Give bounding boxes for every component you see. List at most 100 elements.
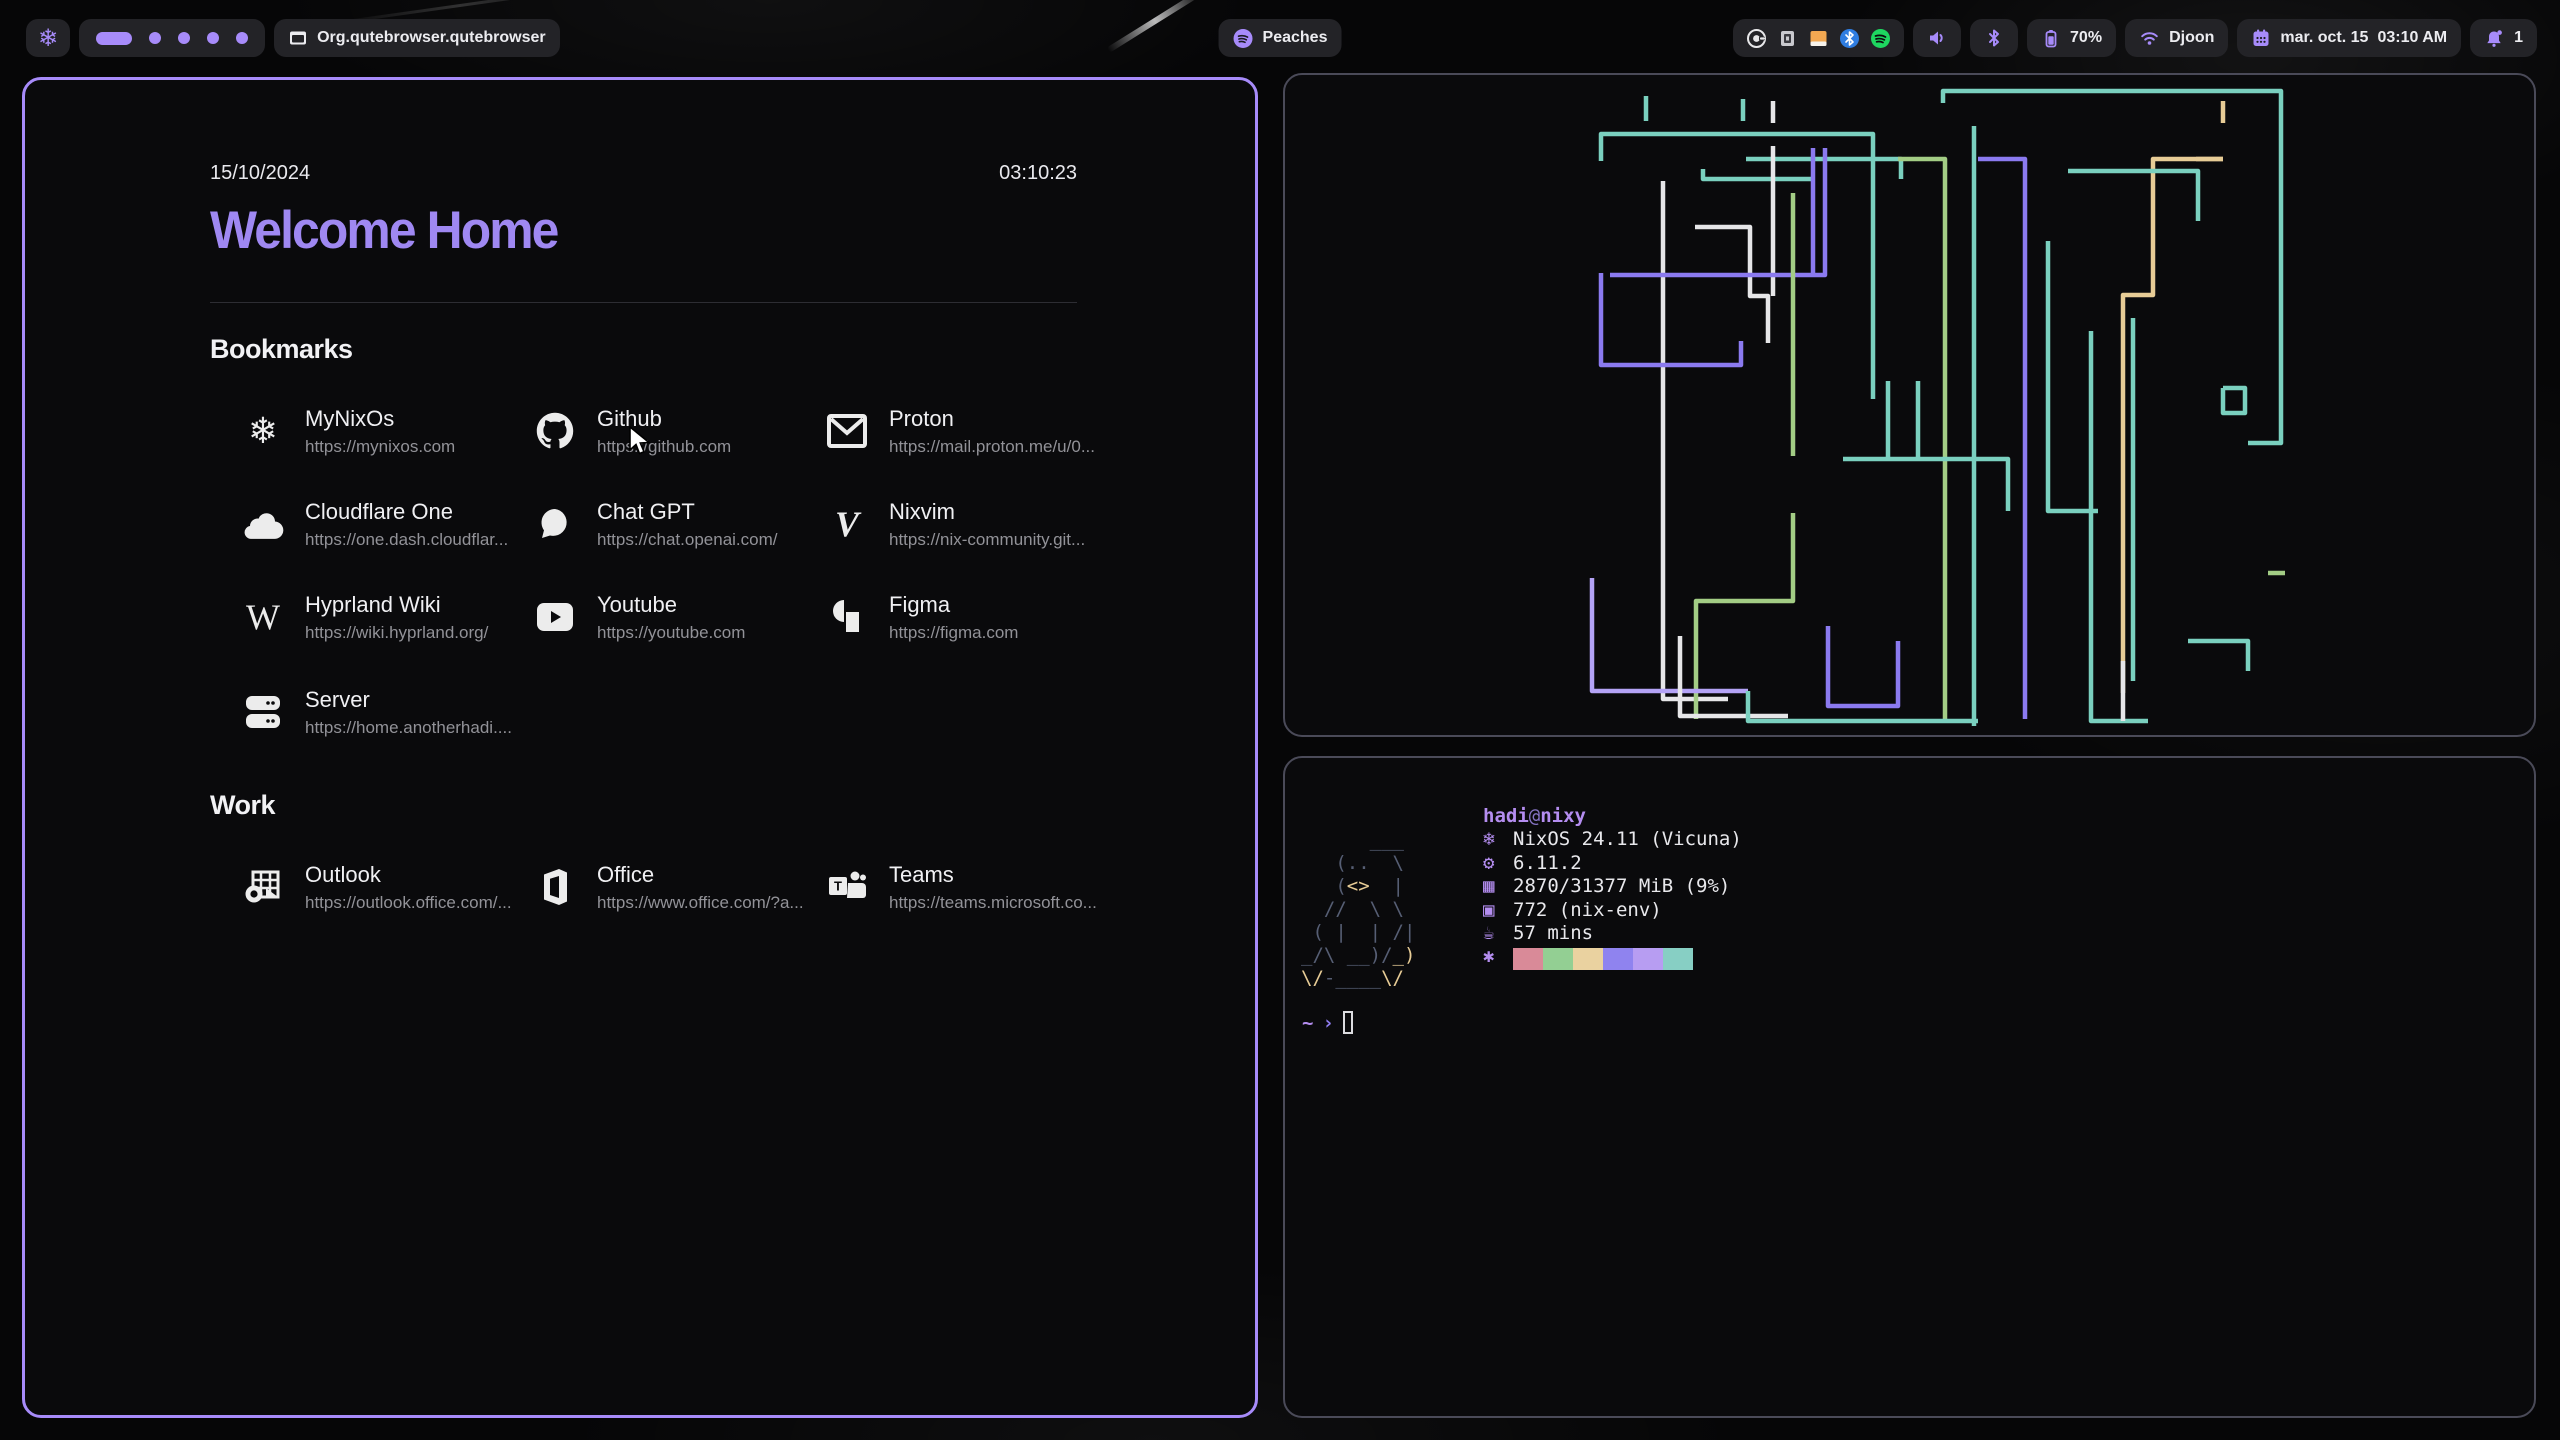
network-pill[interactable]: Djoon bbox=[2125, 19, 2228, 57]
now-playing-title: Peaches bbox=[1263, 29, 1328, 47]
bookmark-label: Teams bbox=[889, 862, 1097, 888]
palette-swatch bbox=[1573, 948, 1603, 970]
workspace-active[interactable] bbox=[96, 32, 132, 45]
tray-folder-icon[interactable] bbox=[1808, 28, 1829, 49]
wifi-icon bbox=[2139, 28, 2160, 48]
now-playing-pill[interactable]: Peaches bbox=[1219, 19, 1342, 57]
palette-swatch bbox=[1543, 948, 1573, 970]
bookmark-github[interactable]: Github https://github.com bbox=[533, 400, 813, 462]
bookmark-url: https://home.anotherhadi.... bbox=[305, 718, 512, 738]
topbar-right: 70% Djoon mar. oct. 15 03:10 AM bbox=[1733, 19, 2537, 57]
bookmark-label: Outlook bbox=[305, 862, 512, 888]
bookmark-cloudflare-one[interactable]: Cloudflare One https://one.dash.cloudfla… bbox=[241, 493, 521, 555]
spotify-icon bbox=[1233, 28, 1254, 49]
fastfetch-os-row: ❄NixOS 24.11 (Vicuna) bbox=[1483, 828, 1742, 851]
clock-pill[interactable]: mar. oct. 15 03:10 AM bbox=[2237, 19, 2461, 57]
os-icon: ❄ bbox=[1483, 828, 1513, 851]
pipes-screensaver-art bbox=[1588, 81, 2288, 733]
workspace-dot[interactable] bbox=[207, 32, 219, 44]
workspaces-indicator[interactable] bbox=[79, 19, 265, 57]
startpage-daterow: 15/10/2024 03:10:23 bbox=[210, 162, 1077, 185]
bookmark-proton[interactable]: Proton https://mail.proton.me/u/0... bbox=[825, 400, 1105, 462]
bookmark-url: https://teams.microsoft.co... bbox=[889, 893, 1097, 913]
bookmark-outlook[interactable]: Outlook https://outlook.office.com/... bbox=[241, 856, 521, 918]
nixos-menu-button[interactable]: ❄ bbox=[26, 19, 70, 57]
clock-time: 03:10 AM bbox=[2377, 29, 2447, 47]
bookmark-label: Hyprland Wiki bbox=[305, 592, 488, 618]
startpage: 15/10/2024 03:10:23 Welcome Home Bookmar… bbox=[210, 80, 1077, 1415]
section-heading-work: Work bbox=[210, 790, 275, 821]
palette-swatch bbox=[1513, 948, 1543, 970]
tray-camera-icon[interactable] bbox=[1746, 28, 1767, 49]
startpage-date: 15/10/2024 bbox=[210, 162, 310, 185]
bookmarks-row: W Hyprland Wiki https://wiki.hyprland.or… bbox=[241, 586, 1077, 648]
bookmark-label: Cloudflare One bbox=[305, 499, 508, 525]
bookmark-figma[interactable]: Figma https://figma.com bbox=[825, 586, 1105, 648]
system-tray bbox=[1733, 19, 1904, 57]
bookmark-url: https://wiki.hyprland.org/ bbox=[305, 623, 488, 643]
workspace-dot[interactable] bbox=[178, 32, 190, 44]
fastfetch-uptime-row: ☕57 mins bbox=[1483, 922, 1742, 945]
wiki-w-icon: W bbox=[241, 595, 285, 639]
bookmark-server[interactable]: Server https://home.anotherhadi.... bbox=[241, 681, 521, 743]
terminal-fastfetch-window[interactable]: ___ (.. \ (<> | // \ \ ( | | /|_/\ __)/_… bbox=[1283, 756, 2536, 1418]
work-row: Outlook https://outlook.office.com/... O… bbox=[241, 856, 1077, 918]
bluetooth-icon bbox=[1984, 28, 2004, 48]
uptime-icon: ☕ bbox=[1483, 922, 1513, 945]
workspace-dot[interactable] bbox=[236, 32, 248, 44]
github-icon bbox=[533, 409, 577, 453]
bookmark-youtube[interactable]: Youtube https://youtube.com bbox=[533, 586, 813, 648]
prompt-chevron-icon: › bbox=[1322, 1012, 1333, 1034]
prompt-path: ~ bbox=[1302, 1012, 1313, 1034]
tray-spotify-icon[interactable] bbox=[1870, 28, 1891, 49]
bookmark-mynixos[interactable]: ❄ MyNixOs https://mynixos.com bbox=[241, 400, 521, 462]
bell-icon bbox=[2484, 28, 2505, 49]
memory-icon: ▦ bbox=[1483, 875, 1513, 898]
bookmark-chatgpt[interactable]: Chat GPT https://chat.openai.com/ bbox=[533, 493, 813, 555]
bookmark-hyprland-wiki[interactable]: W Hyprland Wiki https://wiki.hyprland.or… bbox=[241, 586, 521, 648]
palette-swatch bbox=[1633, 948, 1663, 970]
tray-bluetooth-icon[interactable] bbox=[1839, 28, 1860, 49]
bookmark-teams[interactable]: T Teams https://teams.microsoft.co... bbox=[825, 856, 1105, 918]
terminal-pipes-window[interactable] bbox=[1283, 73, 2536, 737]
topbar-left: ❄ Org.qutebrowser.qutebrowser bbox=[26, 19, 560, 57]
mail-icon bbox=[825, 409, 869, 453]
palette-swatch bbox=[1603, 948, 1633, 970]
wallpaper-streak bbox=[1107, 0, 1203, 53]
battery-icon bbox=[2041, 28, 2061, 49]
bookmark-url: https://figma.com bbox=[889, 623, 1018, 643]
tray-keepass-icon[interactable] bbox=[1777, 28, 1798, 49]
notifications-pill[interactable]: 1 bbox=[2470, 19, 2537, 57]
bookmark-nixvim[interactable]: V Nixvim https://nix-community.git... bbox=[825, 493, 1105, 555]
palette-icon: ✱ bbox=[1483, 945, 1513, 970]
workspace-dot[interactable] bbox=[149, 32, 161, 44]
bookmark-url: https://github.com bbox=[597, 437, 731, 457]
nix-snowflake-icon: ❄ bbox=[241, 409, 285, 453]
window-title: Org.qutebrowser.qutebrowser bbox=[317, 29, 545, 47]
fastfetch-user-host: hadi@nixy bbox=[1483, 805, 1742, 828]
bookmark-url: https://mynixos.com bbox=[305, 437, 455, 457]
fastfetch-palette-row: ✱ bbox=[1483, 945, 1742, 970]
chat-bubble-icon bbox=[533, 502, 577, 546]
bookmark-label: Chat GPT bbox=[597, 499, 778, 525]
figma-icon bbox=[825, 595, 869, 639]
shell-prompt[interactable]: ~ › bbox=[1302, 1011, 1353, 1034]
bluetooth-pill[interactable] bbox=[1970, 19, 2018, 57]
battery-pill[interactable]: 70% bbox=[2027, 19, 2116, 57]
terminal-color-palette bbox=[1513, 948, 1693, 970]
volume-pill[interactable] bbox=[1913, 19, 1961, 57]
divider bbox=[210, 302, 1077, 303]
section-heading-bookmarks: Bookmarks bbox=[210, 334, 353, 365]
cloud-icon bbox=[241, 502, 285, 546]
page-title: Welcome Home bbox=[210, 200, 558, 261]
outlook-icon bbox=[241, 865, 285, 909]
window-icon bbox=[288, 28, 308, 48]
bookmark-url: https://chat.openai.com/ bbox=[597, 530, 778, 550]
server-icon bbox=[241, 690, 285, 734]
svg-text:T: T bbox=[834, 879, 842, 894]
bookmark-office[interactable]: Office https://www.office.com/?a... bbox=[533, 856, 813, 918]
bookmark-label: Office bbox=[597, 862, 804, 888]
palette-swatch bbox=[1663, 948, 1693, 970]
calendar-icon bbox=[2251, 28, 2271, 48]
volume-icon bbox=[1927, 28, 1947, 48]
